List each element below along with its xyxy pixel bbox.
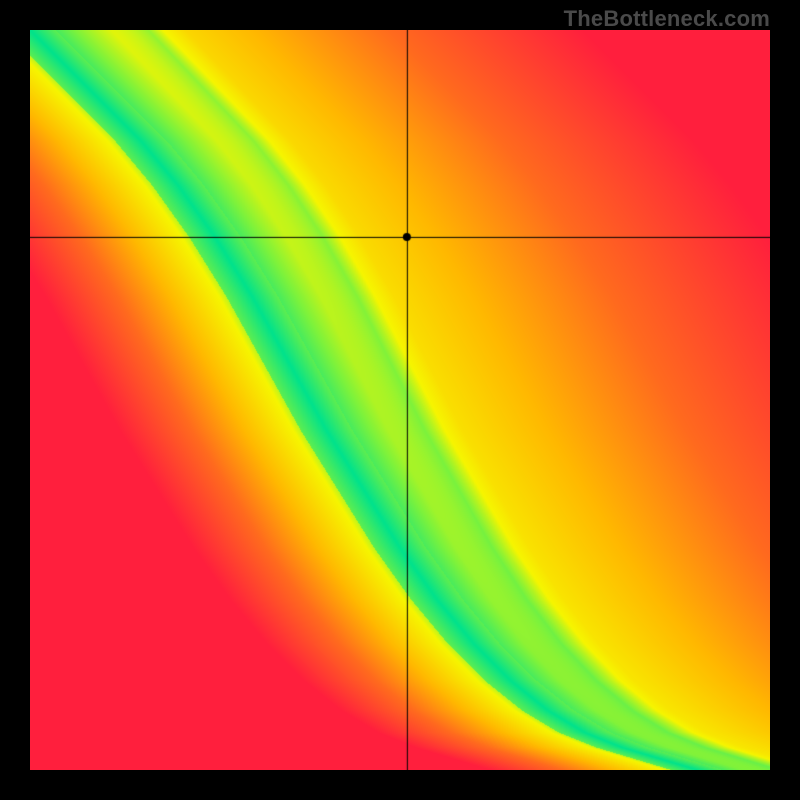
chart-frame: TheBottleneck.com bbox=[0, 0, 800, 800]
plot-area bbox=[30, 30, 770, 770]
heatmap-canvas bbox=[30, 30, 770, 770]
attribution-text: TheBottleneck.com bbox=[564, 6, 770, 32]
